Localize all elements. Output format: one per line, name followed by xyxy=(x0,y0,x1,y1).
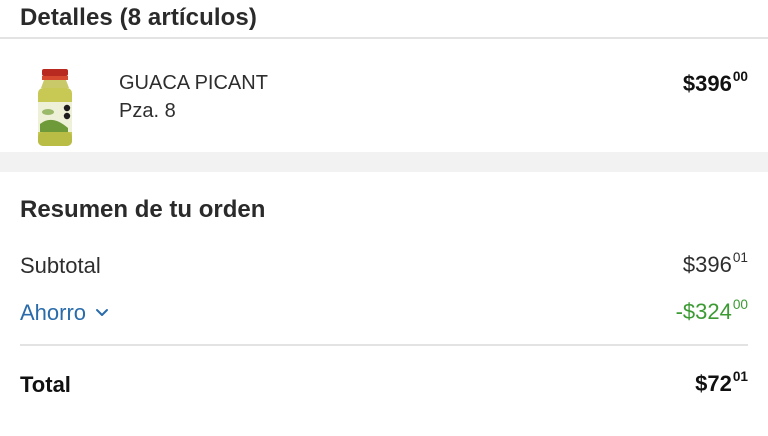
product-price: $39600 xyxy=(682,69,748,97)
total-cents: 01 xyxy=(732,369,748,384)
chevron-down-icon xyxy=(96,309,109,316)
total-main: $72 xyxy=(695,371,732,396)
total-divider xyxy=(20,344,748,346)
savings-cents: 00 xyxy=(732,297,748,312)
total-label: Total xyxy=(20,372,71,397)
product-name: GUACA PICANT xyxy=(119,72,268,94)
subtotal-cents: 01 xyxy=(732,250,748,265)
subtotal-main: $396 xyxy=(682,252,732,277)
product-price-main: $396 xyxy=(682,71,732,96)
savings-label: Ahorro xyxy=(20,300,87,325)
summary-title: Resumen de tu orden xyxy=(20,196,266,223)
product-price-cents: 00 xyxy=(732,69,748,84)
list-item[interactable]: GUACA PICANT Pza. 8 $39600 xyxy=(0,41,768,152)
subtotal-label: Subtotal xyxy=(20,253,101,278)
details-title: Detalles (8 artículos) xyxy=(20,4,257,31)
total-value: $7201 xyxy=(695,369,748,397)
section-divider-band xyxy=(0,152,768,172)
order-details-page: Detalles (8 artículos) GUACA PICANT Pza.… xyxy=(0,0,768,436)
savings-toggle[interactable]: Ahorro xyxy=(20,300,109,326)
subtotal-value: $39601 xyxy=(682,250,748,278)
details-header: Detalles (8 artículos) xyxy=(0,0,768,39)
product-quantity: Pza. 8 xyxy=(119,100,176,122)
salsa-jar-icon xyxy=(38,69,72,146)
savings-value: -$32400 xyxy=(675,297,748,325)
savings-main: -$324 xyxy=(675,299,732,324)
